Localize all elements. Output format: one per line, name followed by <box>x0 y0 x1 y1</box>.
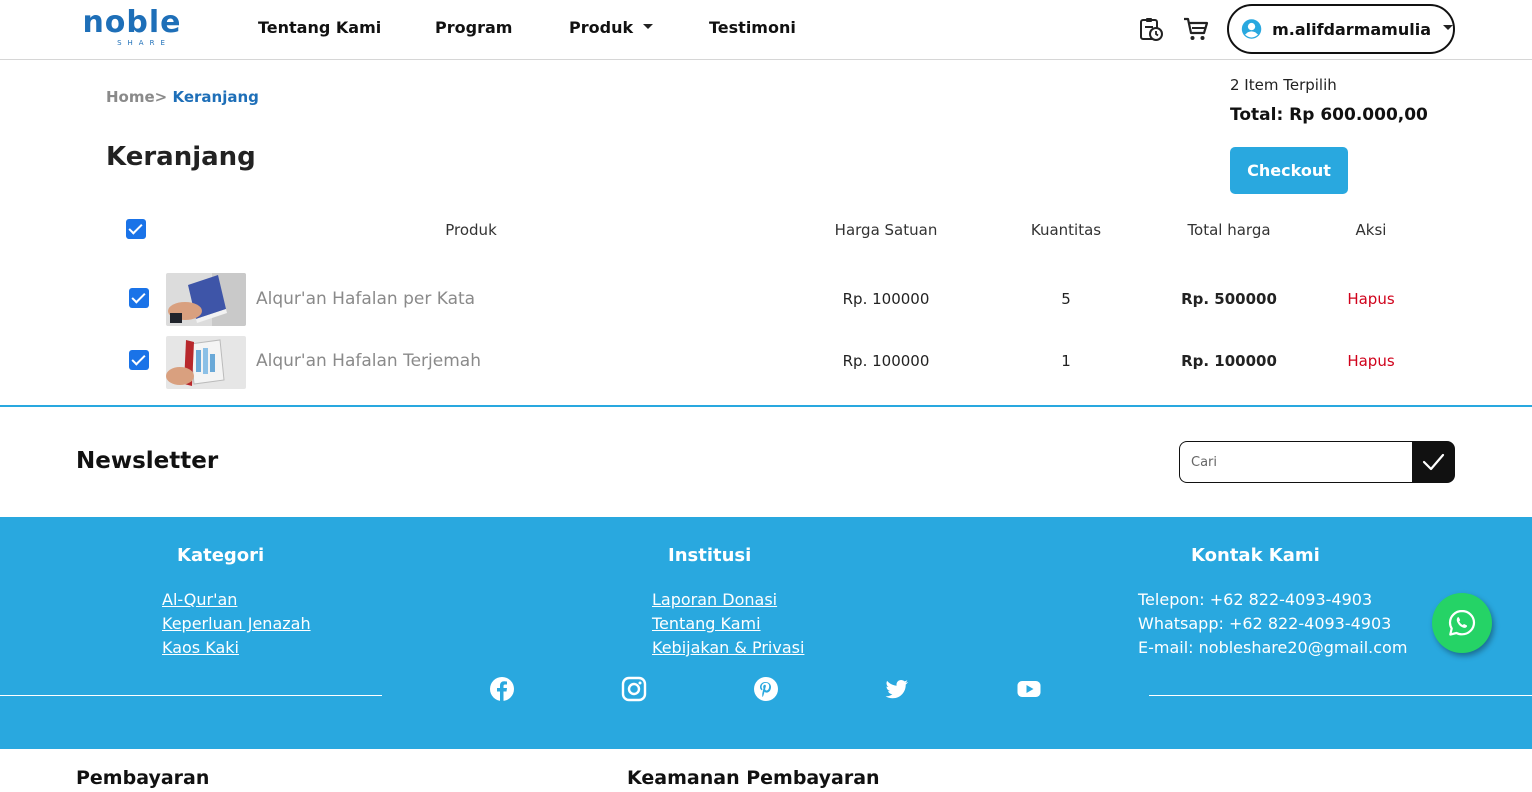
youtube-icon[interactable] <box>1016 676 1042 702</box>
footer-link-kebijakan-privasi[interactable]: Kebijakan & Privasi <box>652 638 804 657</box>
pinterest-icon[interactable] <box>753 676 779 702</box>
breadcrumb-separator: > <box>154 88 168 106</box>
newsletter-title: Newsletter <box>76 448 219 474</box>
nav-testimoni[interactable]: Testimoni <box>709 18 796 37</box>
footer-link-tentang-kami[interactable]: Tentang Kami <box>652 614 761 633</box>
product-thumbnail[interactable] <box>166 336 246 389</box>
cart-icon[interactable] <box>1183 16 1209 42</box>
top-navbar: noble SHARE Tentang Kami Program Produk … <box>0 0 1532 60</box>
quantity: 1 <box>1061 352 1071 370</box>
product-name[interactable]: Alqur'an Hafalan Terjemah <box>256 351 481 371</box>
site-footer: Kategori Al-Qur'an Keperluan Jenazah Kao… <box>0 517 1532 749</box>
nav-program[interactable]: Program <box>435 18 512 37</box>
footer-kontak-title: Kontak Kami <box>1191 545 1320 566</box>
footer-keamanan-pembayaran-title: Keamanan Pembayaran <box>627 767 880 789</box>
instagram-icon[interactable] <box>621 676 647 702</box>
history-clipboard-icon[interactable] <box>1138 16 1164 42</box>
chevron-down-icon <box>1443 24 1453 30</box>
whatsapp-chat-button[interactable] <box>1432 593 1492 653</box>
column-header-total-harga: Total harga <box>1187 221 1271 239</box>
footer-link-keperluan-jenazah[interactable]: Keperluan Jenazah <box>162 614 311 633</box>
nav-produk-dropdown[interactable]: Produk <box>569 18 654 37</box>
whatsapp-icon <box>1448 609 1476 636</box>
noble-share-logo[interactable]: noble SHARE <box>80 5 184 48</box>
checkmark-icon <box>1422 453 1445 471</box>
product-thumbnail[interactable] <box>166 273 246 326</box>
quantity: 5 <box>1061 290 1071 308</box>
breadcrumb: Home> Keranjang <box>106 88 259 106</box>
newsletter-submit-button[interactable] <box>1412 441 1455 483</box>
selected-items-count: 2 Item Terpilih <box>1230 76 1337 94</box>
logo-wordmark: noble <box>82 5 182 40</box>
footer-phone: Telepon: +62 822-4093-4903 <box>1138 590 1373 609</box>
breadcrumb-current: Keranjang <box>172 88 259 106</box>
column-header-aksi: Aksi <box>1355 221 1387 239</box>
footer-divider-right <box>1149 695 1532 696</box>
column-header-produk: Produk <box>445 221 497 239</box>
footer-kategori-title: Kategori <box>177 545 265 566</box>
footer-divider-left <box>0 695 382 696</box>
footer-pembayaran-title: Pembayaran <box>76 767 210 789</box>
cart-total: Total: Rp 600.000,00 <box>1230 105 1428 125</box>
chevron-down-icon <box>643 24 654 29</box>
footer-link-al-quran[interactable]: Al-Qur'an <box>162 590 237 609</box>
logo-subtitle: SHARE <box>117 39 171 47</box>
footer-link-laporan-donasi[interactable]: Laporan Donasi <box>652 590 777 609</box>
product-image <box>166 273 246 326</box>
row-checkbox[interactable] <box>129 288 149 308</box>
twitter-icon[interactable] <box>884 676 910 702</box>
user-menu-button[interactable]: m.alifdarmamulia <box>1227 4 1455 54</box>
footer-institusi-title: Institusi <box>668 545 752 566</box>
remove-item-button[interactable]: Hapus <box>1347 352 1394 370</box>
unit-price: Rp. 100000 <box>842 290 930 308</box>
nav-produk-label: Produk <box>569 18 634 37</box>
product-name[interactable]: Alqur'an Hafalan per Kata <box>256 289 475 309</box>
column-header-kuantitas: Kuantitas <box>1030 221 1102 239</box>
row-total-price: Rp. 100000 <box>1181 352 1277 370</box>
product-image <box>166 336 246 389</box>
column-header-harga-satuan: Harga Satuan <box>834 221 938 239</box>
facebook-icon[interactable] <box>489 676 515 702</box>
section-divider <box>0 405 1532 407</box>
checkout-button[interactable]: Checkout <box>1230 147 1348 194</box>
row-total-price: Rp. 500000 <box>1181 290 1277 308</box>
footer-link-kaos-kaki[interactable]: Kaos Kaki <box>162 638 239 657</box>
footer-email: E-mail: nobleshare20@gmail.com <box>1138 638 1408 657</box>
row-checkbox[interactable] <box>129 350 149 370</box>
account-circle-icon <box>1241 19 1262 39</box>
footer-whatsapp: Whatsapp: +62 822-4093-4903 <box>1138 614 1392 633</box>
remove-item-button[interactable]: Hapus <box>1347 290 1394 308</box>
nav-tentang-kami[interactable]: Tentang Kami <box>258 18 381 37</box>
page-title: Keranjang <box>106 142 256 172</box>
breadcrumb-home-link[interactable]: Home <box>106 88 155 106</box>
username-label: m.alifdarmamulia <box>1272 19 1431 39</box>
newsletter-input[interactable] <box>1179 441 1415 483</box>
unit-price: Rp. 100000 <box>842 352 930 370</box>
select-all-checkbox[interactable] <box>126 219 146 239</box>
